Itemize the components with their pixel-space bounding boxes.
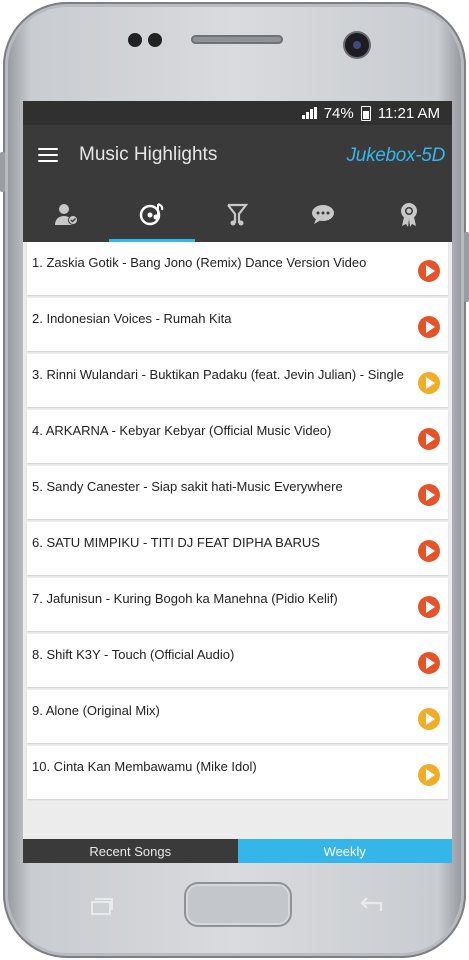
app-bar: Music Highlights Jukebox-5D (23, 125, 452, 185)
app-logo: Jukebox-5D (346, 145, 446, 166)
sensor-dot (148, 33, 162, 47)
song-title: 7. Jafunisun - Kuring Bogoh ka Manehna (… (32, 591, 338, 606)
song-title: 5. Sandy Canester - Siap sakit hati-Musi… (32, 479, 343, 494)
song-row[interactable]: 10. Cinta Kan Membawamu (Mike Idol) (27, 746, 448, 799)
song-title: 1. Zaskia Gotik - Bang Jono (Remix) Danc… (32, 255, 367, 270)
screen: 74% 11:21 AM Music Highlights Jukebox-5D (23, 101, 452, 863)
song-title: 8. Shift K3Y - Touch (Official Audio) (32, 647, 235, 662)
front-camera (345, 33, 369, 57)
chat-icon (312, 204, 335, 224)
tab-music[interactable] (108, 185, 195, 242)
song-title: 10. Cinta Kan Membawamu (Mike Idol) (32, 759, 257, 774)
song-title: 9. Alone (Original Mix) (32, 703, 160, 718)
song-row[interactable]: 6. SATU MIMPIKU - TITI DJ FEAT DIPHA BAR… (27, 522, 448, 575)
tab-weekly[interactable]: Weekly (237, 839, 452, 863)
recent-apps-icon[interactable] (89, 896, 115, 916)
play-icon[interactable] (418, 540, 440, 562)
song-list: 1. Zaskia Gotik - Bang Jono (Remix) Danc… (23, 242, 452, 799)
user-check-icon (54, 203, 78, 225)
signal-icon (301, 107, 317, 119)
song-row[interactable]: 7. Jafunisun - Kuring Bogoh ka Manehna (… (27, 578, 448, 631)
song-title: 6. SATU MIMPIKU - TITI DJ FEAT DIPHA BAR… (32, 535, 320, 550)
song-row[interactable]: 5. Sandy Canester - Siap sakit hati-Musi… (27, 466, 448, 519)
clock: 11:21 AM (377, 104, 440, 122)
volume-button[interactable] (0, 152, 5, 192)
play-icon[interactable] (418, 764, 440, 786)
tab-chat[interactable] (280, 185, 366, 242)
tab-profile[interactable] (23, 185, 109, 242)
song-row[interactable]: 8. Shift K3Y - Touch (Official Audio) (27, 634, 448, 687)
power-button[interactable] (464, 232, 469, 302)
play-icon[interactable] (418, 596, 440, 618)
status-bar: 74% 11:21 AM (23, 101, 452, 125)
hamburger-menu-icon[interactable] (38, 148, 58, 162)
play-icon[interactable] (418, 652, 440, 674)
song-title: 3. Rinni Wulandari - Buktikan Padaku (fe… (32, 367, 404, 382)
music-disc-icon (139, 202, 163, 225)
play-icon[interactable] (418, 428, 440, 450)
sensor-dot (128, 33, 142, 47)
battery-percent: 74% (323, 104, 354, 122)
song-row[interactable]: 9. Alone (Original Mix) (27, 690, 448, 743)
page-title: Music Highlights (79, 144, 218, 165)
phone-frame: 74% 11:21 AM Music Highlights Jukebox-5D (0, 2, 469, 958)
play-icon[interactable] (418, 372, 440, 394)
tab-recent-songs[interactable]: Recent Songs (23, 839, 238, 863)
play-icon[interactable] (418, 260, 440, 282)
song-row[interactable]: 2. Indonesian Voices - Rumah Kita (27, 298, 448, 351)
song-title: 2. Indonesian Voices - Rumah Kita (32, 311, 232, 326)
music-chart-icon (227, 203, 249, 225)
tab-awards[interactable] (366, 185, 452, 242)
play-icon[interactable] (418, 708, 440, 730)
battery-icon (360, 105, 371, 121)
song-row[interactable]: 3. Rinni Wulandari - Buktikan Padaku (fe… (27, 354, 448, 407)
tab-bar (23, 185, 452, 242)
song-row[interactable]: 4. ARKARNA - Kebyar Kebyar (Official Mus… (27, 410, 448, 463)
award-icon (401, 202, 418, 227)
play-icon[interactable] (418, 316, 440, 338)
bottom-tab-bar: Recent Songs Weekly (23, 839, 452, 863)
song-row[interactable]: 1. Zaskia Gotik - Bang Jono (Remix) Danc… (27, 242, 448, 295)
back-icon[interactable] (357, 894, 385, 916)
song-title: 4. ARKARNA - Kebyar Kebyar (Official Mus… (32, 423, 332, 438)
earpiece-speaker (191, 35, 283, 44)
play-icon[interactable] (418, 484, 440, 506)
tab-charts[interactable] (195, 185, 281, 242)
home-button[interactable] (184, 882, 292, 927)
